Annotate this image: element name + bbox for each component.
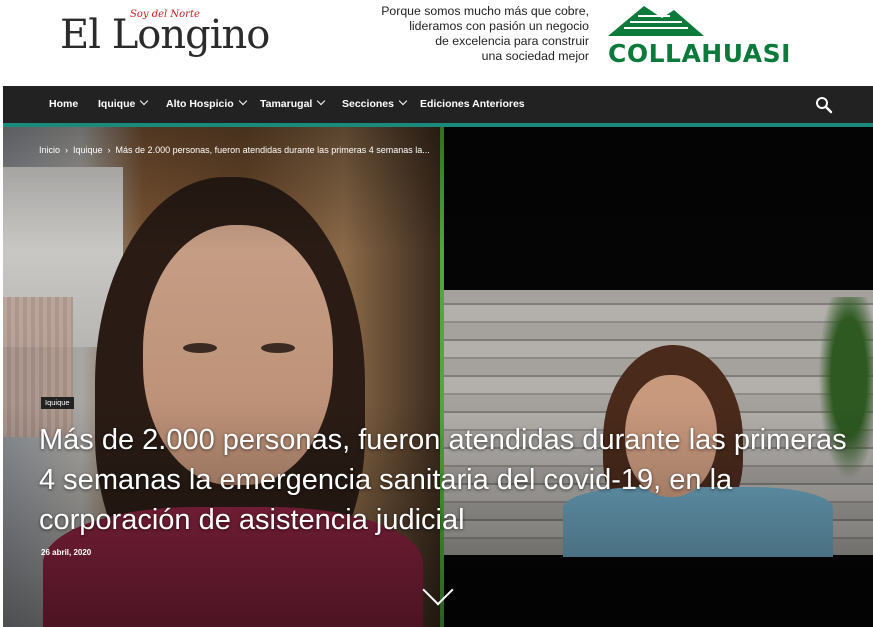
ad-line: de excelencia para construir — [435, 34, 589, 48]
ad-line: lideramos con pasión un negocio — [409, 19, 589, 33]
nav-item-home[interactable]: Home — [49, 86, 78, 123]
ad-text: Porque somos mucho más que cobre, lidera… — [359, 4, 589, 64]
main-nav: Home Iquique Alto Hospicio Tamarugal Sec… — [3, 86, 873, 123]
ad-line: Porque somos mucho más que cobre, — [381, 4, 589, 18]
site-logo[interactable]: Soy del Norte El Longino — [60, 6, 275, 64]
breadcrumb-separator-icon: › — [107, 145, 111, 155]
breadcrumb-category[interactable]: Iquique — [73, 145, 103, 155]
nav-item-alto-hospicio[interactable]: Alto Hospicio — [166, 86, 247, 123]
nav-item-label: Secciones — [342, 98, 394, 110]
collahuasi-ad-banner[interactable]: Porque somos mucho más que cobre, lidera… — [380, 2, 835, 72]
breadcrumb-separator-icon: › — [65, 145, 69, 155]
ad-line: una sociedad mejor — [481, 49, 589, 63]
ad-brand-name: COLLAHUASI — [608, 39, 791, 68]
nav-item-label: Alto Hospicio — [166, 98, 234, 110]
chevron-down-icon — [238, 96, 247, 106]
logo-text: El Longino — [60, 12, 270, 58]
nav-item-label: Iquique — [98, 98, 136, 110]
nav-item-iquique[interactable]: Iquique — [98, 86, 149, 123]
chevron-down-icon — [140, 96, 149, 106]
breadcrumb-current: Más de 2.000 personas, fueron atendidas … — [115, 145, 430, 155]
featured-article-hero[interactable]: Inicio › Iquique › Más de 2.000 personas, fu… — [3, 127, 873, 627]
site-header: Soy del Norte El Longino Porque somos mu… — [0, 0, 873, 86]
article-title[interactable]: Más de 2.000 personas, fueron atendidas … — [39, 420, 849, 540]
nav-item-label: Tamarugal — [260, 98, 313, 110]
article-date: 26 abril, 2020 — [41, 548, 92, 557]
chevron-down-icon — [317, 96, 326, 106]
chevron-down-icon — [398, 96, 408, 106]
nav-item-tamarugal[interactable]: Tamarugal — [260, 86, 326, 123]
category-badge[interactable]: Iquique — [41, 397, 74, 409]
hero-overlay — [3, 127, 873, 627]
breadcrumb: Inicio › Iquique › Más de 2.000 personas, fu… — [39, 145, 430, 155]
nav-item-secciones[interactable]: Secciones — [342, 86, 408, 123]
nav-item-label: Home — [49, 98, 79, 110]
breadcrumb-home[interactable]: Inicio — [39, 145, 60, 155]
nav-item-label: Ediciones Anteriores — [420, 98, 525, 110]
collahuasi-mountain-icon — [608, 6, 704, 36]
nav-item-ediciones-anteriores[interactable]: Ediciones Anteriores — [420, 86, 525, 123]
search-icon[interactable] — [815, 96, 833, 114]
